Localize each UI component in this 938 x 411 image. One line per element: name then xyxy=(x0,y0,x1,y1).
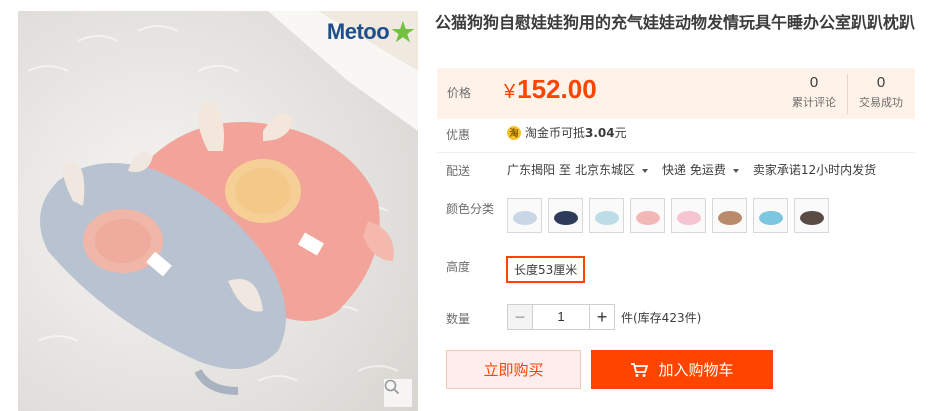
color-swatch[interactable] xyxy=(794,198,829,233)
color-swatch[interactable] xyxy=(589,198,624,233)
stock-text: 件(库存423件) xyxy=(621,310,702,325)
promo-text-prefix: 淘金币可抵 xyxy=(525,126,586,140)
promo-info: 淘 淘金币可抵3.04元 xyxy=(507,124,627,141)
add-to-cart-label: 加入购物车 xyxy=(658,361,734,379)
add-to-cart-button[interactable]: 加入购物车 xyxy=(591,350,773,389)
review-count[interactable]: 0 累计评论 xyxy=(783,74,845,110)
cart-icon xyxy=(631,362,649,377)
buy-now-label: 立即购买 xyxy=(483,361,544,379)
price-amount: 152.00 xyxy=(517,74,597,104)
sales-count: 0 交易成功 xyxy=(850,74,912,110)
zoom-icon[interactable] xyxy=(384,379,412,407)
quantity-increase-button[interactable]: + xyxy=(589,304,615,330)
shipping-info: 广东揭阳 至 北京东城区 快递 免运费 卖家承诺12小时内发货 xyxy=(507,161,880,178)
pig-thumbnail-icon xyxy=(758,210,783,225)
chevron-down-icon xyxy=(642,168,649,173)
pig-thumbnail-icon xyxy=(676,210,701,225)
product-title: 公猫狗狗自慰娃娃狗用的充气娃娃动物发情玩具午睡办公室趴趴枕趴 xyxy=(435,13,916,32)
color-swatch[interactable] xyxy=(753,198,788,233)
pig-thumbnail-icon xyxy=(512,210,537,225)
color-swatch-list xyxy=(507,198,829,233)
ship-to-word: 至 xyxy=(559,163,572,177)
pig-thumbnail-icon xyxy=(799,210,824,225)
brand-name: Metoo xyxy=(326,19,390,44)
review-count-label: 累计评论 xyxy=(792,96,836,109)
pig-thumbnail-icon xyxy=(553,210,578,225)
stat-divider xyxy=(847,74,848,114)
product-photo xyxy=(18,11,418,411)
chevron-down-icon xyxy=(732,168,739,173)
product-main-image[interactable]: Metoo ★ xyxy=(18,11,418,411)
currency-symbol: ¥ xyxy=(504,81,516,103)
shipping-method-select[interactable]: 快递 免运费 xyxy=(662,161,749,178)
price-value: ¥152.00 xyxy=(504,74,597,105)
ship-from: 广东揭阳 xyxy=(507,163,556,177)
size-label: 高度 xyxy=(446,260,471,274)
color-swatch[interactable] xyxy=(671,198,706,233)
sales-count-label: 交易成功 xyxy=(859,96,903,109)
section-divider xyxy=(437,152,915,153)
review-count-number: 0 xyxy=(809,74,819,91)
quantity-stepper: − 1 + 件(库存423件) xyxy=(507,304,701,330)
quantity-decrease-button[interactable]: − xyxy=(507,304,533,330)
taobao-coin-icon: 淘 xyxy=(507,125,521,140)
buy-now-button[interactable]: 立即购买 xyxy=(446,350,581,389)
color-swatch[interactable] xyxy=(712,198,747,233)
color-swatch[interactable] xyxy=(630,198,665,233)
sales-count-number: 0 xyxy=(876,74,886,91)
price-panel: 价格 ¥152.00 0 累计评论 0 交易成功 xyxy=(437,68,915,119)
promo-amount: 3.04 xyxy=(585,126,615,140)
promo-label: 优惠 xyxy=(446,128,471,142)
shipping-label: 配送 xyxy=(446,164,471,178)
brand-logo: Metoo ★ xyxy=(326,17,415,47)
color-swatch[interactable] xyxy=(548,198,583,233)
promo-text-suffix: 元 xyxy=(614,126,627,140)
pig-thumbnail-icon xyxy=(717,210,742,225)
price-label: 价格 xyxy=(447,86,472,100)
destination-select[interactable]: 北京东城区 xyxy=(575,161,658,178)
destination-text: 北京东城区 xyxy=(575,163,636,177)
quantity-label: 数量 xyxy=(446,312,471,326)
star-logo-icon: ★ xyxy=(391,17,414,47)
color-label: 颜色分类 xyxy=(446,202,495,216)
delivery-promise: 卖家承诺12小时内发货 xyxy=(752,163,877,177)
quantity-input[interactable]: 1 xyxy=(533,304,589,330)
pig-thumbnail-icon xyxy=(635,210,660,225)
shipping-method-text: 快递 免运费 xyxy=(662,163,726,177)
size-option-selected[interactable]: 长度53厘米 xyxy=(506,256,586,283)
color-swatch[interactable] xyxy=(507,198,542,233)
pig-thumbnail-icon xyxy=(594,210,619,225)
